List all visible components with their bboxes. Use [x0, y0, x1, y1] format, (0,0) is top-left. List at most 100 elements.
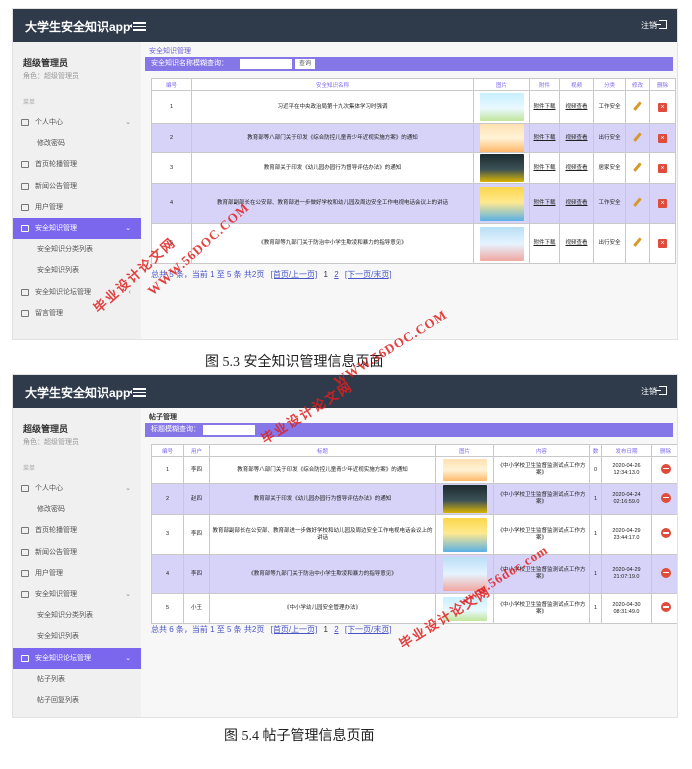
cell-id: 3 — [151, 514, 184, 555]
menu-toggle-icon[interactable] — [129, 387, 147, 397]
cell-video: 视频查看 — [559, 152, 594, 184]
first-prev-link[interactable]: [首页/上一页] — [271, 625, 318, 634]
sidebar-item-post-list[interactable]: 帖子列表 — [13, 669, 141, 690]
next-last-link[interactable]: [下一页/末页] — [345, 625, 392, 634]
delete-icon[interactable] — [660, 528, 671, 538]
sidebar-item-change-password[interactable]: 修改密码 — [13, 499, 141, 520]
search-input[interactable] — [203, 425, 255, 435]
video-link[interactable]: 视频查看 — [565, 104, 587, 110]
sidebar-item-users[interactable]: 用户管理 — [13, 197, 141, 218]
folder-icon — [21, 527, 29, 535]
delete-icon[interactable] — [660, 567, 671, 578]
sidebar-item-label: 帖子列表 — [37, 675, 65, 683]
table-row: 2 教育部等八部门关于印发《综合防控儿童青少年近视实施方案》的通知 附件下载 视… — [151, 123, 676, 153]
thumbnail-image — [479, 154, 524, 182]
sidebar-item-knowledge-list[interactable]: 安全知识列表 — [13, 626, 141, 647]
search-button[interactable]: 查询 — [295, 59, 316, 69]
logout-icon[interactable] — [655, 20, 667, 29]
delete-icon[interactable]: × — [658, 163, 667, 173]
page-link[interactable]: 2 — [334, 270, 338, 279]
video-link[interactable]: 视频查看 — [565, 135, 587, 141]
attachment-link[interactable]: 附件下载 — [533, 104, 555, 110]
delete-icon[interactable]: × — [658, 239, 667, 248]
attachment-link[interactable]: 附件下载 — [533, 200, 555, 206]
sidebar-item-knowledge-categories[interactable]: 安全知识分类列表 — [13, 605, 141, 626]
video-link[interactable]: 视频查看 — [565, 200, 587, 206]
chevron-down-icon: ⌄ — [125, 119, 131, 126]
delete-icon[interactable]: × — [658, 102, 667, 112]
chevron-down-icon: ⌄ — [125, 485, 131, 492]
cell-count: 0 — [589, 456, 602, 484]
pencil-icon[interactable] — [633, 131, 642, 142]
sidebar-item-news[interactable]: 新闻公告管理 — [13, 542, 141, 563]
sidebar-item-forum[interactable]: 安全知识论坛管理 ⌄ — [13, 647, 141, 669]
page-link[interactable]: 2 — [334, 625, 338, 634]
delete-icon[interactable]: × — [658, 199, 667, 208]
table-header: 编号 用户 标题 图片 内容 数 发布日期 删除 — [151, 444, 677, 457]
sidebar-item-carousel[interactable]: 首页轮播管理 — [13, 154, 141, 175]
sidebar-item-knowledge[interactable]: 安全知识管理 ⌄ — [13, 584, 141, 605]
attachment-link[interactable]: 附件下载 — [533, 135, 555, 141]
cell-id: 5 — [151, 593, 184, 624]
sidebar-item-news[interactable]: 新闻公告管理 — [13, 176, 141, 197]
delete-icon[interactable] — [660, 463, 671, 474]
sidebar-item-label: 首页轮播管理 — [35, 527, 77, 535]
logout-icon[interactable] — [655, 386, 667, 395]
sidebar-item-reply-list[interactable]: 帖子回复列表 — [13, 690, 141, 711]
pencil-icon[interactable] — [633, 237, 642, 247]
attachment-link[interactable]: 附件下载 — [533, 165, 555, 171]
logout-button[interactable]: 注销 — [641, 386, 657, 397]
cell-image — [435, 514, 494, 555]
logout-button[interactable]: 注销 — [641, 20, 657, 31]
search-input[interactable] — [240, 59, 292, 69]
next-last-link[interactable]: [下一页/末页] — [345, 270, 392, 279]
chevron-down-icon: ⌄ — [125, 654, 131, 662]
sidebar-item-personal-center[interactable]: 个人中心 ⌄ — [13, 478, 141, 499]
sidebar-item-knowledge-categories[interactable]: 安全知识分类列表 — [13, 239, 141, 260]
attachment-link[interactable]: 附件下载 — [533, 240, 555, 246]
sidebar-item-label: 安全知识分类列表 — [37, 246, 93, 254]
user-name: 超级管理员 — [23, 424, 69, 434]
thumbnail-image — [442, 517, 487, 552]
sidebar-item-personal-center[interactable]: 个人中心 ⌄ — [13, 112, 141, 133]
first-prev-link[interactable]: [首页/上一页] — [271, 270, 318, 279]
sidebar-item-label: 留言管理 — [35, 309, 63, 317]
page-link[interactable]: 1 — [324, 625, 328, 634]
cell-user: 李四 — [183, 456, 210, 484]
video-link[interactable]: 视频查看 — [565, 240, 587, 246]
sidebar-item-carousel[interactable]: 首页轮播管理 — [13, 520, 141, 541]
pencil-icon[interactable] — [633, 197, 642, 207]
search-bar: 安全知识名称模糊查询： 查询 — [145, 57, 673, 71]
sidebar-item-label: 用户管理 — [35, 203, 63, 211]
cell-user: 李四 — [183, 514, 210, 555]
sidebar-item-users[interactable]: 用户管理 — [13, 563, 141, 584]
post-time: 23:44:17.0 — [613, 534, 640, 541]
video-link[interactable]: 视频查看 — [565, 165, 587, 171]
cell-title: 教育部等八部门关于印发《综合防控儿童青少年近视实施方案》的通知 — [209, 456, 436, 484]
column-header: 图片 — [435, 444, 494, 457]
sidebar-item-label: 个人中心 — [35, 119, 63, 126]
post-date: 2020-04-29 — [612, 527, 641, 534]
sidebar-item-label: 帖子回复列表 — [37, 696, 79, 704]
cell-category: 出行安全 — [593, 123, 626, 153]
sidebar-item-knowledge[interactable]: 安全知识管理 ⌄ — [13, 217, 141, 240]
thumbnail-image — [442, 485, 487, 513]
sidebar-item-label: 安全知识列表 — [37, 267, 79, 275]
sidebar-item-messages[interactable]: 留言管理 — [13, 303, 141, 324]
sidebar-item-label: 安全知识分类列表 — [37, 612, 93, 620]
page-link[interactable]: 1 — [324, 270, 328, 279]
delete-icon[interactable]: × — [658, 133, 667, 143]
screenshot-post-management: 大学生安全知识app 注销 超级管理员 角色：超级管理员 菜单 个人中心 ⌄ 修改… — [12, 374, 678, 718]
delete-icon[interactable] — [660, 492, 671, 503]
thumbnail-image — [479, 124, 524, 152]
delete-icon[interactable] — [660, 602, 671, 612]
pencil-icon[interactable] — [633, 161, 642, 172]
cell-content: 《中小学校卫生监督监测试点工作方案》 — [493, 483, 590, 515]
sidebar-section-label: 菜单 — [23, 100, 36, 106]
sidebar-item-change-password[interactable]: 修改密码 — [13, 133, 141, 154]
cell-id: 2 — [151, 123, 192, 153]
search-bar: 标题模糊查询： — [145, 423, 673, 437]
pencil-icon[interactable] — [633, 100, 642, 111]
post-time: 21:07:19.0 — [613, 574, 640, 580]
menu-toggle-icon[interactable] — [129, 21, 147, 31]
